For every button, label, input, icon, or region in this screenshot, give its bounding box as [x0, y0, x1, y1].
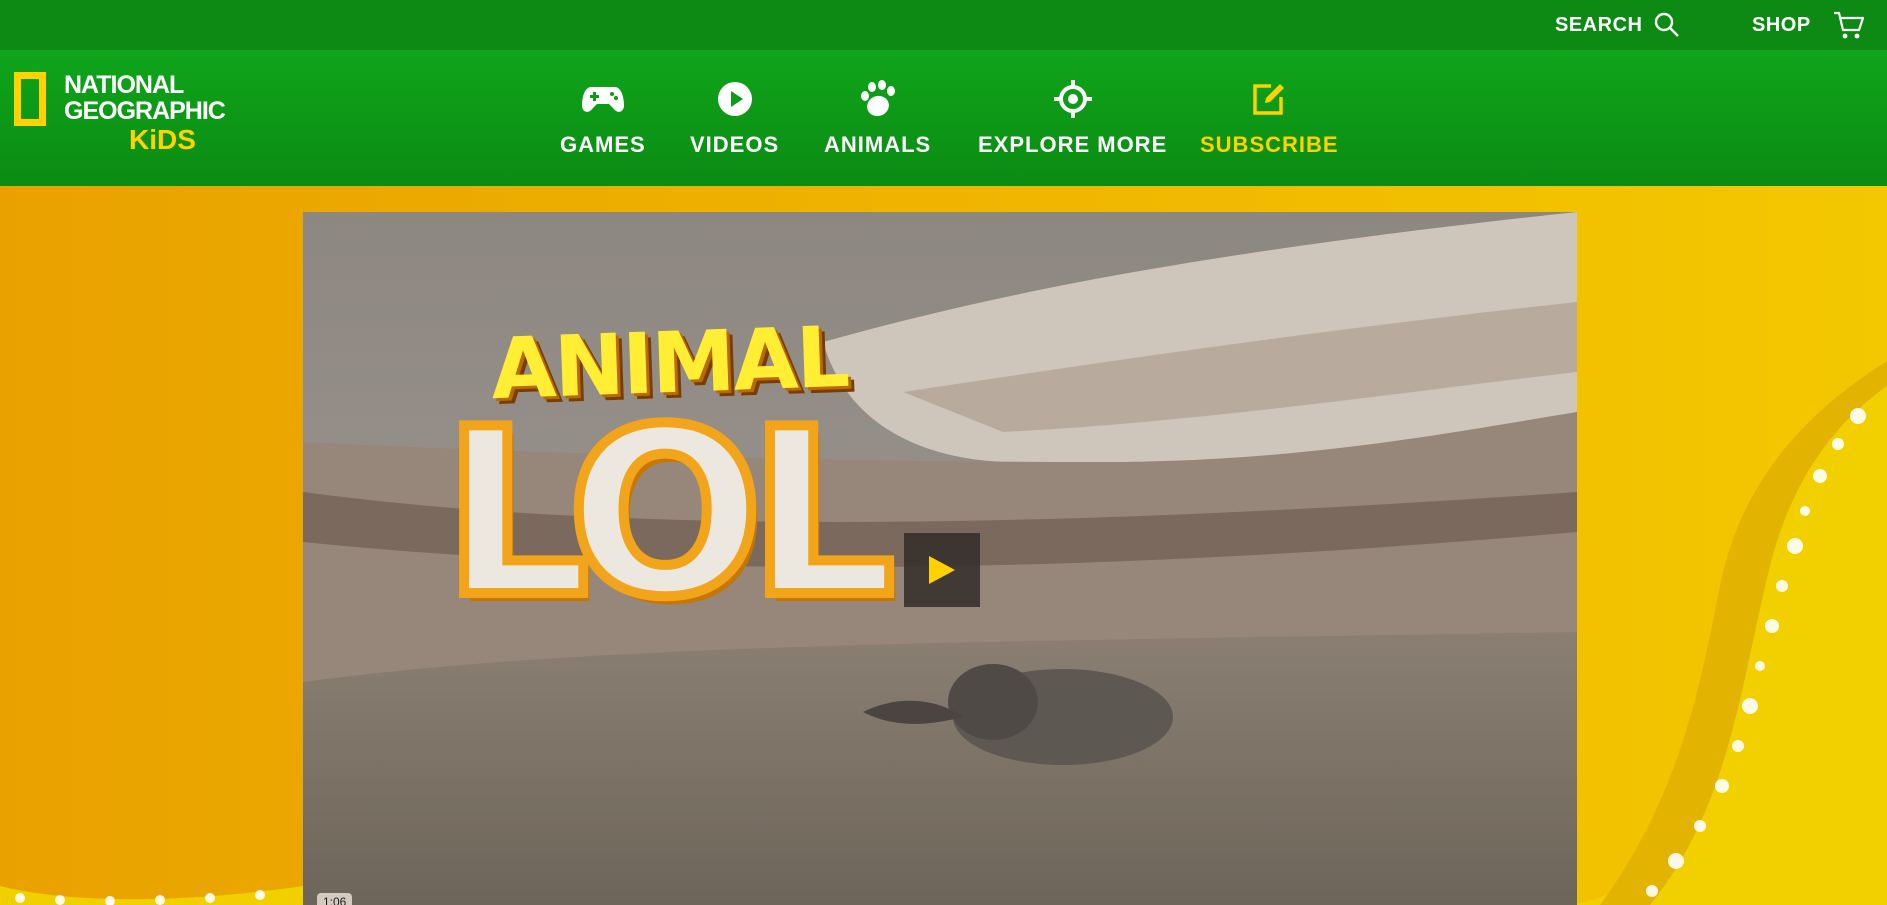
- video-title-lol: LOL: [438, 381, 900, 648]
- nav-label-explore-more: EXPLORE MORE: [978, 132, 1168, 157]
- main-nav: [0, 50, 1887, 186]
- edit-icon: [1251, 76, 1287, 122]
- nav-item-videos[interactable]: VIDEOS: [690, 76, 779, 158]
- nav-label-videos: VIDEOS: [690, 132, 780, 157]
- shop-link[interactable]: SHOP: [1752, 0, 1865, 50]
- search-label: SEARCH: [1555, 13, 1643, 36]
- nav-item-games[interactable]: GAMES: [560, 76, 646, 158]
- paw-icon: [857, 76, 899, 122]
- logo-yellow-frame: [14, 72, 46, 126]
- nav-label-games: GAMES: [560, 132, 646, 157]
- video-player[interactable]: ANIMAL LOL 1:06: [303, 212, 1577, 905]
- logo-text-line1: NATIONAL: [64, 71, 184, 99]
- nav-item-animals[interactable]: ANIMALS: [824, 76, 931, 158]
- search-icon: [1655, 12, 1680, 37]
- nav-label-subscribe: SUBSCRIBE: [1200, 132, 1339, 157]
- play-icon: [929, 556, 955, 584]
- natgeo-kids-logo[interactable]: NATIONAL GEOGRAPHIC KiDS: [14, 70, 226, 162]
- nav-item-explore-more[interactable]: EXPLORE MORE: [978, 76, 1167, 158]
- crosshair-icon: [1053, 76, 1092, 122]
- gamepad-icon: [581, 76, 625, 122]
- video-duration: 1:06: [317, 893, 353, 905]
- search-link[interactable]: SEARCH: [1555, 0, 1680, 50]
- play-circle-icon: [717, 76, 753, 122]
- logo-text-kids: KiDS: [129, 124, 196, 155]
- utility-bar: SEARCH SHOP: [0, 0, 1887, 50]
- logo-text-line2: GEOGRAPHIC: [64, 97, 226, 125]
- shop-label: SHOP: [1752, 13, 1811, 36]
- nav-label-animals: ANIMALS: [824, 132, 932, 157]
- nav-item-subscribe[interactable]: SUBSCRIBE: [1200, 76, 1339, 158]
- play-button[interactable]: [904, 533, 980, 607]
- cart-icon: [1833, 11, 1864, 39]
